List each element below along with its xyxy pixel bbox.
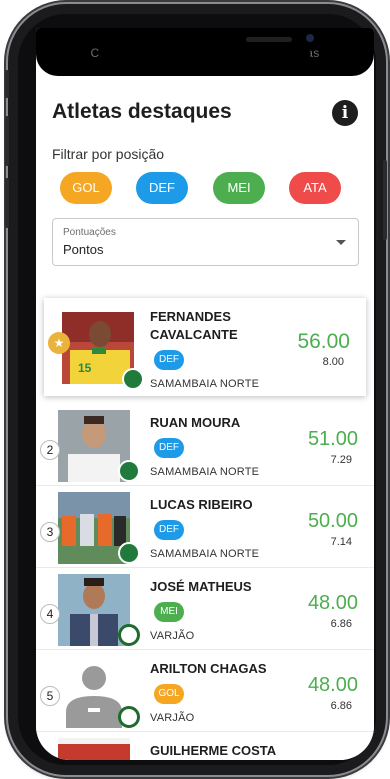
team-crest-icon (118, 706, 140, 728)
sort-select[interactable]: Pontuações Pontos (52, 218, 359, 266)
athlete-row[interactable]: GUILHERME COSTA (36, 732, 374, 760)
speaker-grille (246, 37, 292, 42)
athlete-row[interactable]: 3 LUCAS RIBEIRO DEF SAMAMBAIA NORTE 50.0… (36, 486, 374, 568)
team-name: SAMAMBAIA NORTE (150, 378, 260, 390)
athlete-average: 6.86 (330, 618, 352, 630)
position-chip: DEF (154, 350, 184, 370)
filter-ata-button[interactable]: ATA (289, 172, 341, 204)
athlete-average: 7.14 (330, 536, 352, 548)
app-topbar: Classificação · Pontuações · Estatística… (36, 28, 374, 76)
athlete-row[interactable]: 4 JOSÉ MATHEUS MEI VARJÃO 48.00 6.86 (36, 568, 374, 650)
athlete-average: 8.00 (322, 356, 344, 368)
info-icon[interactable]: i (332, 100, 358, 126)
rank-badge: 3 (40, 522, 60, 542)
app-screen: Classificação · Pontuações · Estatística… (36, 28, 374, 760)
athlete-name: ARILTON CHAGAS (150, 661, 267, 676)
filter-gol-button[interactable]: GOL (60, 172, 112, 204)
filter-label: Filtrar por posição (52, 146, 165, 162)
notch (100, 28, 314, 76)
star-icon: ★ (48, 332, 70, 354)
rank-badge: 4 (40, 604, 60, 624)
athlete-name-line2: CAVALCANTE (150, 327, 238, 342)
front-camera (306, 34, 314, 42)
athlete-row[interactable]: 2 RUAN MOURA DEF SAMAMBAIA NORTE 51.00 7… (36, 404, 374, 486)
page-title: Atletas destaques (52, 100, 232, 123)
position-chip: DEF (154, 520, 184, 540)
athlete-row-featured[interactable]: 15 ★ FERNANDES CAVALCANTE DEF SAMAMBAIA … (44, 298, 366, 396)
team-name: SAMAMBAIA NORTE (150, 548, 260, 560)
team-name: VARJÃO (150, 630, 195, 642)
athlete-score: 56.00 (297, 330, 350, 353)
dropdown-arrow-icon (336, 240, 346, 245)
power-button (383, 160, 387, 240)
silent-switch (5, 70, 9, 98)
position-chip: DEF (154, 438, 184, 458)
athlete-average: 6.86 (330, 700, 352, 712)
position-chip: MEI (154, 602, 184, 622)
filter-def-button[interactable]: DEF (136, 172, 188, 204)
athlete-average: 7.29 (330, 454, 352, 466)
athlete-name: FERNANDES CAVALCANTE (150, 308, 238, 344)
athlete-name: LUCAS RIBEIRO (150, 497, 253, 512)
athlete-score: 50.00 (307, 510, 358, 532)
rank-badge: 2 (40, 440, 60, 460)
sort-select-value: Pontos (63, 242, 104, 257)
athlete-photo (58, 738, 130, 760)
athlete-name: RUAN MOURA (150, 415, 241, 430)
athlete-name: JOSÉ MATHEUS (150, 579, 252, 594)
volume-down-button (5, 178, 9, 228)
athlete-score: 48.00 (307, 674, 358, 696)
team-crest-icon (118, 624, 140, 646)
team-name: VARJÃO (150, 712, 195, 724)
athlete-name-line1: FERNANDES (150, 309, 231, 324)
volume-up-button (5, 116, 9, 166)
team-crest-icon (122, 368, 144, 390)
team-crest-icon (118, 542, 140, 564)
athlete-name: GUILHERME COSTA (150, 743, 277, 758)
position-chip: GOL (154, 684, 184, 704)
sort-select-label: Pontuações (63, 227, 116, 238)
svg-text:15: 15 (78, 361, 92, 375)
athlete-row[interactable]: 5 ARILTON CHAGAS GOL VARJÃO 48.00 6.86 (36, 650, 374, 732)
filter-mei-button[interactable]: MEI (213, 172, 265, 204)
team-name: SAMAMBAIA NORTE (150, 466, 260, 478)
athlete-score: 51.00 (307, 428, 358, 450)
athlete-score: 48.00 (307, 592, 358, 614)
rank-badge: 5 (40, 686, 60, 706)
team-crest-icon (118, 460, 140, 482)
